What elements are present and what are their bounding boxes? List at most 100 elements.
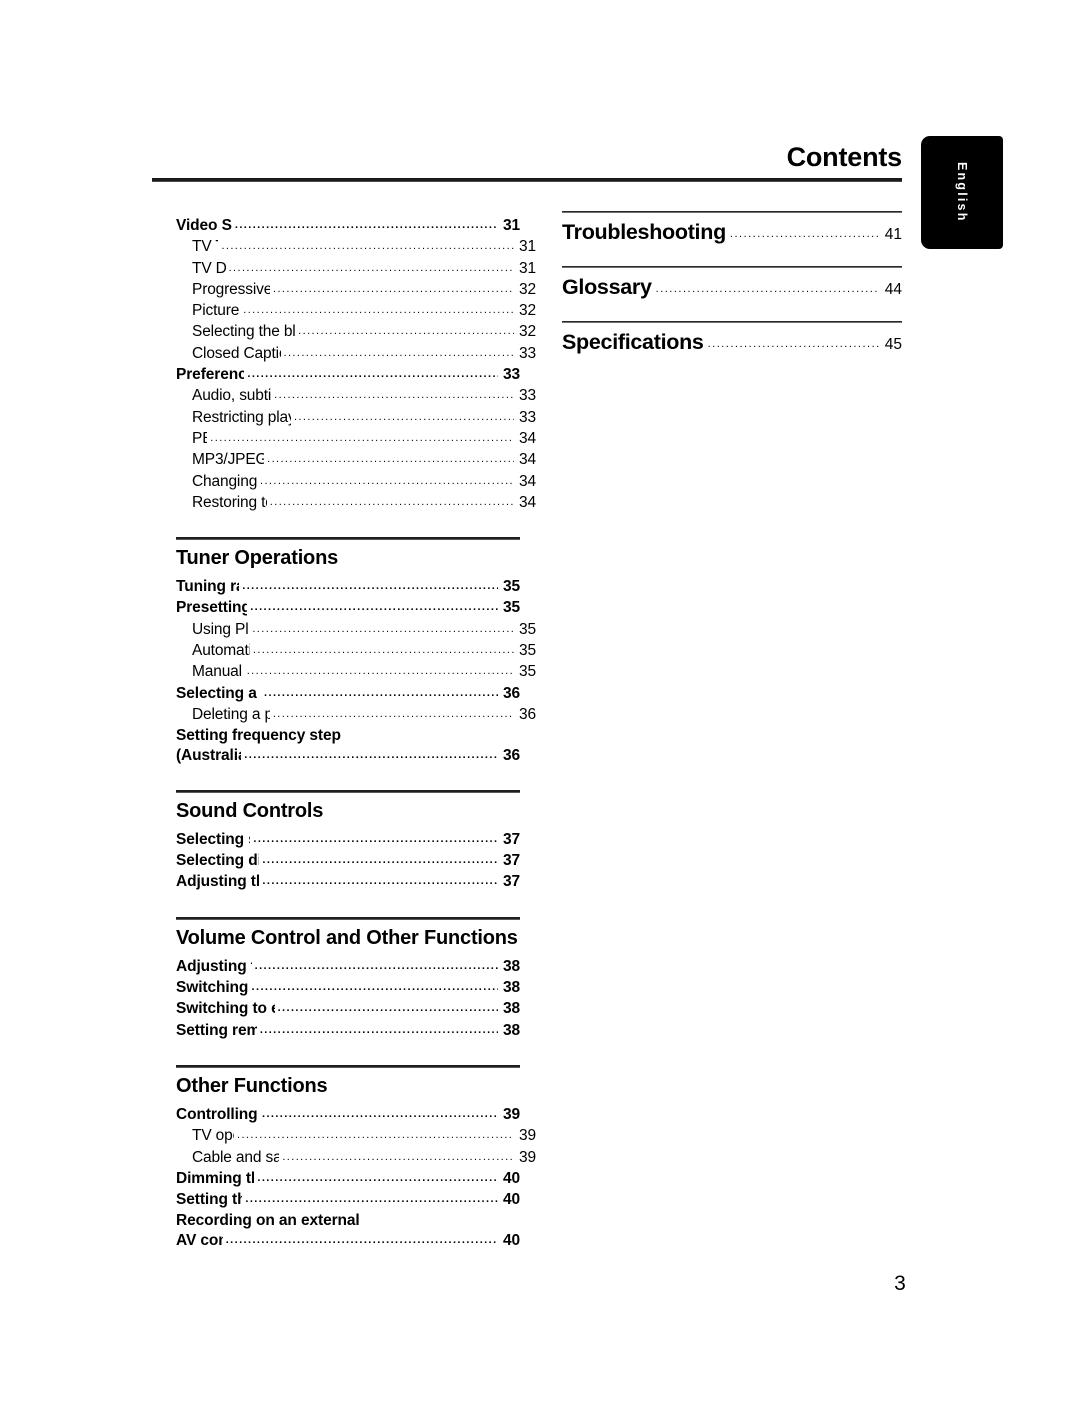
toc-entry-page: 40: [502, 1169, 520, 1187]
toc-entry-page: 38: [502, 1021, 520, 1039]
toc-dot-leader: ........................................…: [272, 707, 514, 720]
toc-entry-label: TV operations: [192, 1127, 234, 1145]
toc-entry-page: 39: [519, 1148, 536, 1166]
toc-entry: MP3/JPEG Menu – (on/off)................…: [176, 450, 536, 471]
toc-entry-label: Troubleshooting: [562, 220, 726, 244]
toc-entry-page: 34: [519, 429, 536, 447]
toc-entry-label: Adjusting the volume level: [176, 957, 252, 975]
toc-entry: AV component............................…: [176, 1231, 520, 1252]
toc-dot-leader: ........................................…: [274, 389, 514, 402]
toc-dot-leader: ........................................…: [251, 981, 498, 994]
toc-section: Tuner Operations Tuning radio stations...…: [176, 537, 536, 767]
toc-entry-label: Selecting a preset radio station: [176, 684, 261, 702]
section-title: Sound Controls: [176, 799, 324, 822]
section-divider: [176, 916, 520, 920]
toc-entry: Recording on an external................…: [176, 1211, 520, 1230]
toc-dot-leader: ........................................…: [259, 1023, 498, 1036]
toc-entry-page: 36: [502, 746, 520, 764]
toc-entry-page: 44: [884, 281, 902, 298]
toc-dot-leader: ........................................…: [253, 832, 498, 845]
toc-entry: Controlling other components............…: [176, 1105, 520, 1126]
toc-entry: Tuning radio stations...................…: [176, 577, 520, 598]
toc-entry-label: Pictures settings: [192, 302, 240, 320]
toc-dot-leader: ........................................…: [250, 601, 498, 614]
toc-dot-leader: ........................................…: [261, 1107, 498, 1120]
toc-dot-leader: ........................................…: [267, 453, 514, 466]
toc-entry-label: Video Setup Menu: [176, 217, 232, 234]
toc-entry-label: Restoring to original settings: [192, 493, 267, 511]
toc-entry-label: Restricting playback with Parental Contr…: [192, 408, 291, 426]
toc-entry: Changing the password...................…: [176, 472, 536, 493]
toc-entry-label: Selecting the black level (U.S.A. model …: [192, 323, 296, 341]
toc-entry: Troubleshooting.........................…: [562, 220, 902, 245]
toc-entry: Adjusting the treble/bass level.........…: [176, 872, 520, 893]
toc-entry-page: 39: [502, 1105, 520, 1123]
toc-entry: (Australia model only)..................…: [176, 746, 520, 767]
section-title: Other Functions: [176, 1074, 328, 1097]
toc-entry: PBC.....................................…: [176, 429, 536, 450]
toc-entry-page: 39: [519, 1127, 536, 1145]
toc-entry-label: AV component: [176, 1231, 223, 1249]
toc-entry-label: Selecting surround sound: [176, 830, 250, 848]
toc-entry-label: Controlling other components: [176, 1105, 259, 1123]
toc-entry-label: Dimming the display screen: [176, 1169, 254, 1187]
toc-entry-page: 32: [519, 280, 536, 298]
toc-entry: Manual presetting.......................…: [176, 662, 536, 683]
toc-dot-leader: ........................................…: [246, 665, 514, 678]
toc-entry-label: Setting the sleep timer: [176, 1191, 243, 1209]
toc-entry: Dimming the display screen..............…: [176, 1169, 520, 1190]
toc-section: Other Functions Controlling other compone…: [176, 1064, 536, 1252]
toc-entry-label: MP3/JPEG Menu – (on/off): [192, 451, 265, 469]
toc-entry: Presetting radio stations...............…: [176, 598, 520, 619]
toc-entry: Preference Setup Menu...................…: [176, 365, 520, 386]
toc-entry-label: Selecting digital sound effects: [176, 852, 259, 870]
toc-entry-page: 33: [502, 366, 520, 384]
toc-dot-leader: ........................................…: [283, 346, 514, 359]
toc-section: Video Setup Menu........................…: [176, 216, 536, 514]
toc-entry-page: 35: [502, 578, 520, 596]
toc-entry: Automatic presetting....................…: [176, 641, 536, 662]
toc-entry-page: 31: [519, 238, 536, 256]
toc-section: Volume Control and Other Functions Adjust…: [176, 916, 520, 1042]
toc-entry: TV Type.................................…: [176, 237, 536, 258]
toc-entry-page: 40: [502, 1231, 520, 1249]
toc-entry-label: (Australia model only): [176, 746, 242, 764]
toc-entry-page: 34: [519, 472, 536, 490]
toc-dot-leader: ........................................…: [225, 1233, 498, 1246]
toc-entry-page: 32: [519, 323, 536, 341]
toc-entry: Selecting digital sound effects.........…: [176, 851, 520, 872]
language-tab-label: English: [955, 162, 969, 223]
toc-entry: Restoring to original settings..........…: [176, 493, 536, 514]
toc-entry-page: 33: [519, 408, 536, 426]
toc-entry-page: 31: [502, 217, 520, 234]
toc-dot-leader: ........................................…: [242, 580, 498, 593]
toc-entry-page: 36: [519, 705, 536, 723]
language-tab-english: English: [921, 136, 1003, 249]
toc-entry-label: Progressive function – (on/off): [192, 280, 270, 298]
toc-entry: Using Plug and Play.....................…: [176, 620, 536, 641]
toc-entry-page: 36: [502, 684, 520, 702]
toc-entry: Selecting the black level (U.S.A. model …: [176, 322, 536, 343]
toc-dot-leader: ........................................…: [247, 368, 498, 381]
toc-entry-page: 38: [502, 1000, 520, 1018]
toc-dot-leader: ........................................…: [262, 854, 498, 867]
section-divider: [562, 211, 902, 213]
toc-dot-leader: ........................................…: [269, 495, 514, 508]
toc-entry-label: Manual presetting: [192, 663, 244, 681]
toc-entry-page: 33: [519, 344, 536, 362]
section-title: Volume Control and Other Functions: [176, 926, 518, 949]
toc-column-right: Troubleshooting.........................…: [562, 211, 902, 376]
toc-entry: Pictures settings.......................…: [176, 301, 536, 322]
toc-entry-label: Cable and satelite tuner operations: [192, 1148, 280, 1166]
toc-entry: Audio, subtitle and disc menus..........…: [176, 386, 536, 407]
toc-dot-leader: ........................................…: [244, 748, 498, 761]
toc-entry-page: 37: [502, 873, 520, 891]
toc-entry: Specifications..........................…: [562, 330, 902, 355]
toc-dot-leader: ........................................…: [210, 431, 514, 444]
toc-entry: Progressive function – (on/off).........…: [176, 280, 536, 301]
toc-entry-label: Presetting radio stations: [176, 599, 248, 617]
toc-dot-leader: ........................................…: [298, 325, 514, 338]
toc-entry: Restricting playback with Parental Contr…: [176, 408, 536, 429]
toc-dot-leader: ........................................…: [245, 1193, 498, 1206]
toc-entry-label: Using Plug and Play: [192, 620, 249, 638]
